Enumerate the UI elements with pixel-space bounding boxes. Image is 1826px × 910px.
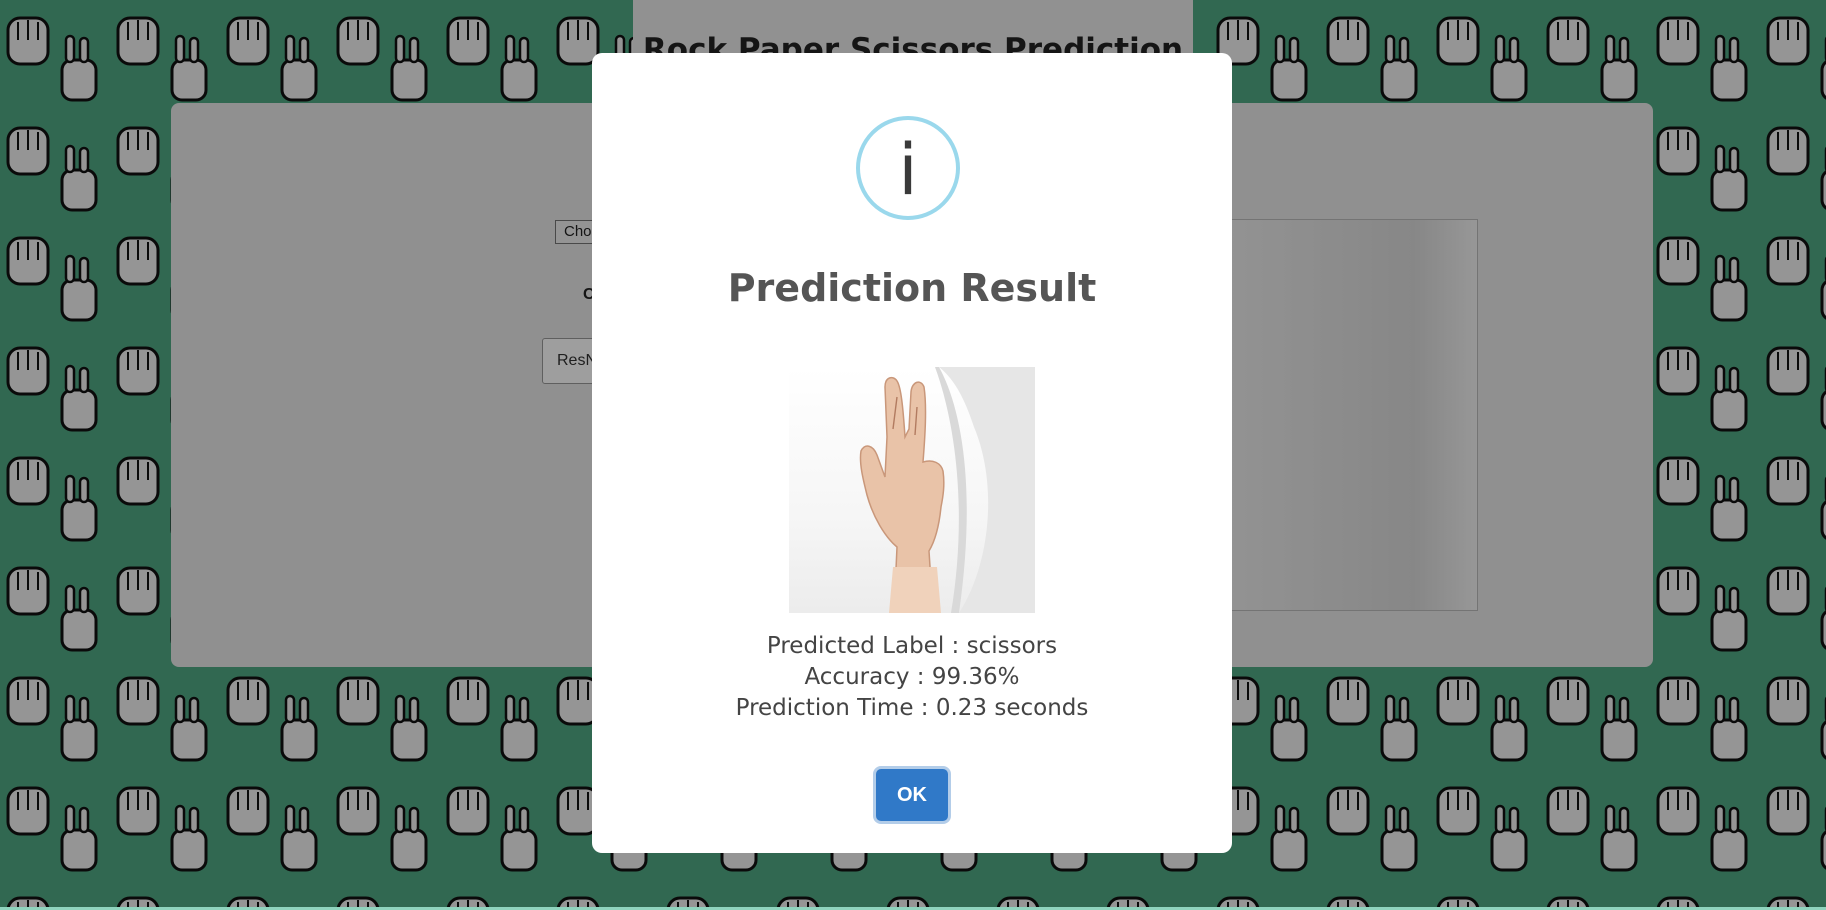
info-icon: i xyxy=(856,116,960,220)
prediction-time-text: Prediction Time : 0.23 seconds xyxy=(735,695,1089,721)
prediction-details: Predicted Label : scissors Accuracy : 99… xyxy=(592,631,1232,724)
prediction-result-dialog: i Prediction Result Predicted Label : sc… xyxy=(592,53,1232,853)
ok-button[interactable]: OK xyxy=(876,769,948,821)
scissors-hand-image xyxy=(789,367,1035,613)
page: Rock Paper Scissors Prediction Cho C Res… xyxy=(0,0,1826,910)
dialog-title: Prediction Result xyxy=(727,266,1097,310)
accuracy-text: Accuracy : 99.36% xyxy=(804,664,1020,690)
info-icon-glyph: i xyxy=(898,129,918,211)
predicted-label-text: Predicted Label : scissors xyxy=(766,633,1058,659)
